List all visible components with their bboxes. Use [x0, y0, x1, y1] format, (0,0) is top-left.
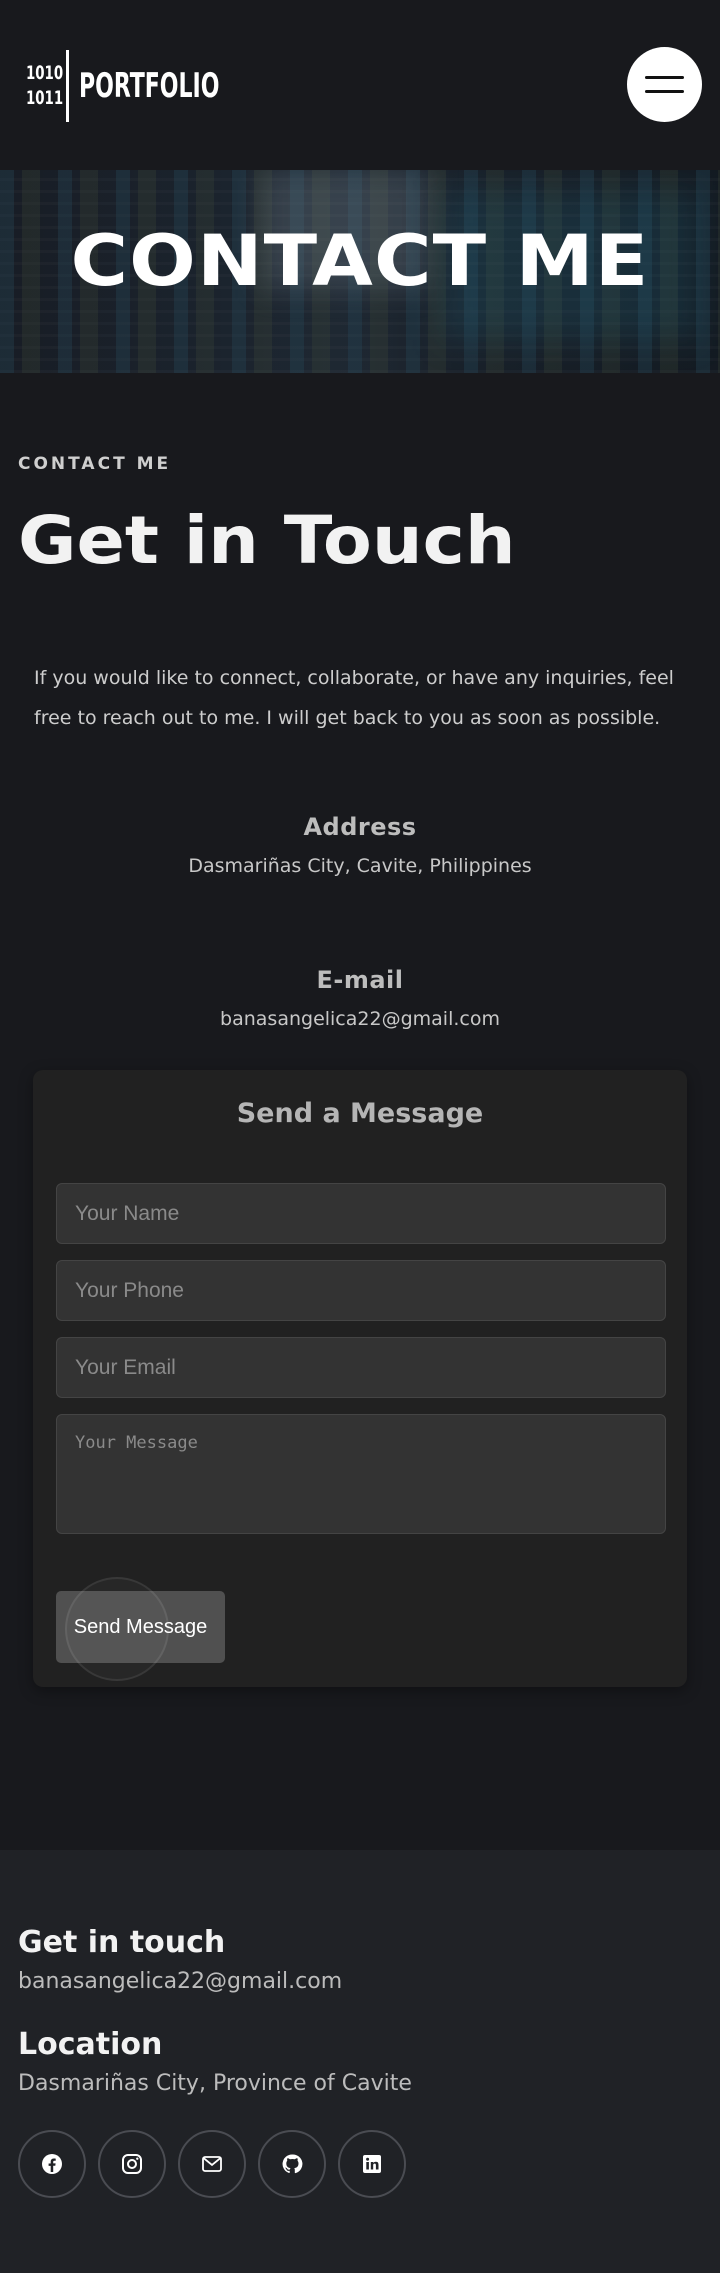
phone-input[interactable]	[56, 1260, 666, 1321]
portfolio-logo[interactable]: 1010 1011 PORTFOLIO	[26, 50, 274, 122]
logo-binary-line2: 1011	[26, 87, 64, 109]
address-title: Address	[303, 813, 417, 841]
message-textarea[interactable]	[56, 1414, 666, 1534]
name-input[interactable]	[56, 1183, 666, 1244]
footer-location: Dasmariñas City, Province of Cavite	[18, 2071, 412, 2096]
logo-binary-line1: 1010	[26, 62, 64, 84]
email-value[interactable]: banasangelica22@gmail.com	[0, 1008, 720, 1030]
hamburger-icon	[645, 76, 684, 79]
email-title: E-mail	[316, 966, 404, 994]
mail-icon	[202, 2156, 222, 2172]
intro-paragraph: If you would like to connect, collaborat…	[34, 667, 674, 729]
menu-button[interactable]	[627, 47, 702, 122]
email-input[interactable]	[56, 1337, 666, 1398]
send-message-button[interactable]: Send Message	[56, 1591, 225, 1663]
address-value: Dasmariñas City, Cavite, Philippines	[188, 855, 532, 877]
github-icon	[282, 2154, 303, 2174]
contact-form-card: Send a Message Send Message	[33, 1070, 687, 1687]
footer-get-in-touch-title: Get in touch	[18, 1925, 226, 1960]
top-navbar: 1010 1011 PORTFOLIO	[0, 0, 720, 170]
facebook-icon	[42, 2154, 62, 2174]
hero-banner: CONTACT ME	[0, 170, 720, 373]
footer-location-title: Location	[18, 2027, 163, 2062]
social-links	[18, 2130, 406, 2198]
hero-title: CONTACT ME	[70, 220, 650, 302]
footer-email[interactable]: banasangelica22@gmail.com	[18, 1969, 342, 1994]
instagram-link[interactable]	[98, 2130, 166, 2198]
linkedin-icon	[363, 2155, 381, 2173]
logo-divider	[66, 50, 69, 122]
page-footer: Get in touch banasangelica22@gmail.com L…	[0, 1850, 720, 2273]
hamburger-icon-line	[645, 90, 684, 93]
logo-text: PORTFOLIO	[79, 66, 220, 106]
linkedin-link[interactable]	[338, 2130, 406, 2198]
section-eyebrow: CONTACT ME	[18, 454, 172, 474]
instagram-icon	[122, 2154, 142, 2174]
facebook-link[interactable]	[18, 2130, 86, 2198]
email-link[interactable]	[178, 2130, 246, 2198]
section-headline: Get in Touch	[18, 502, 516, 579]
form-title: Send a Message	[236, 1098, 484, 1129]
github-link[interactable]	[258, 2130, 326, 2198]
logo-binary: 1010 1011	[26, 61, 64, 111]
